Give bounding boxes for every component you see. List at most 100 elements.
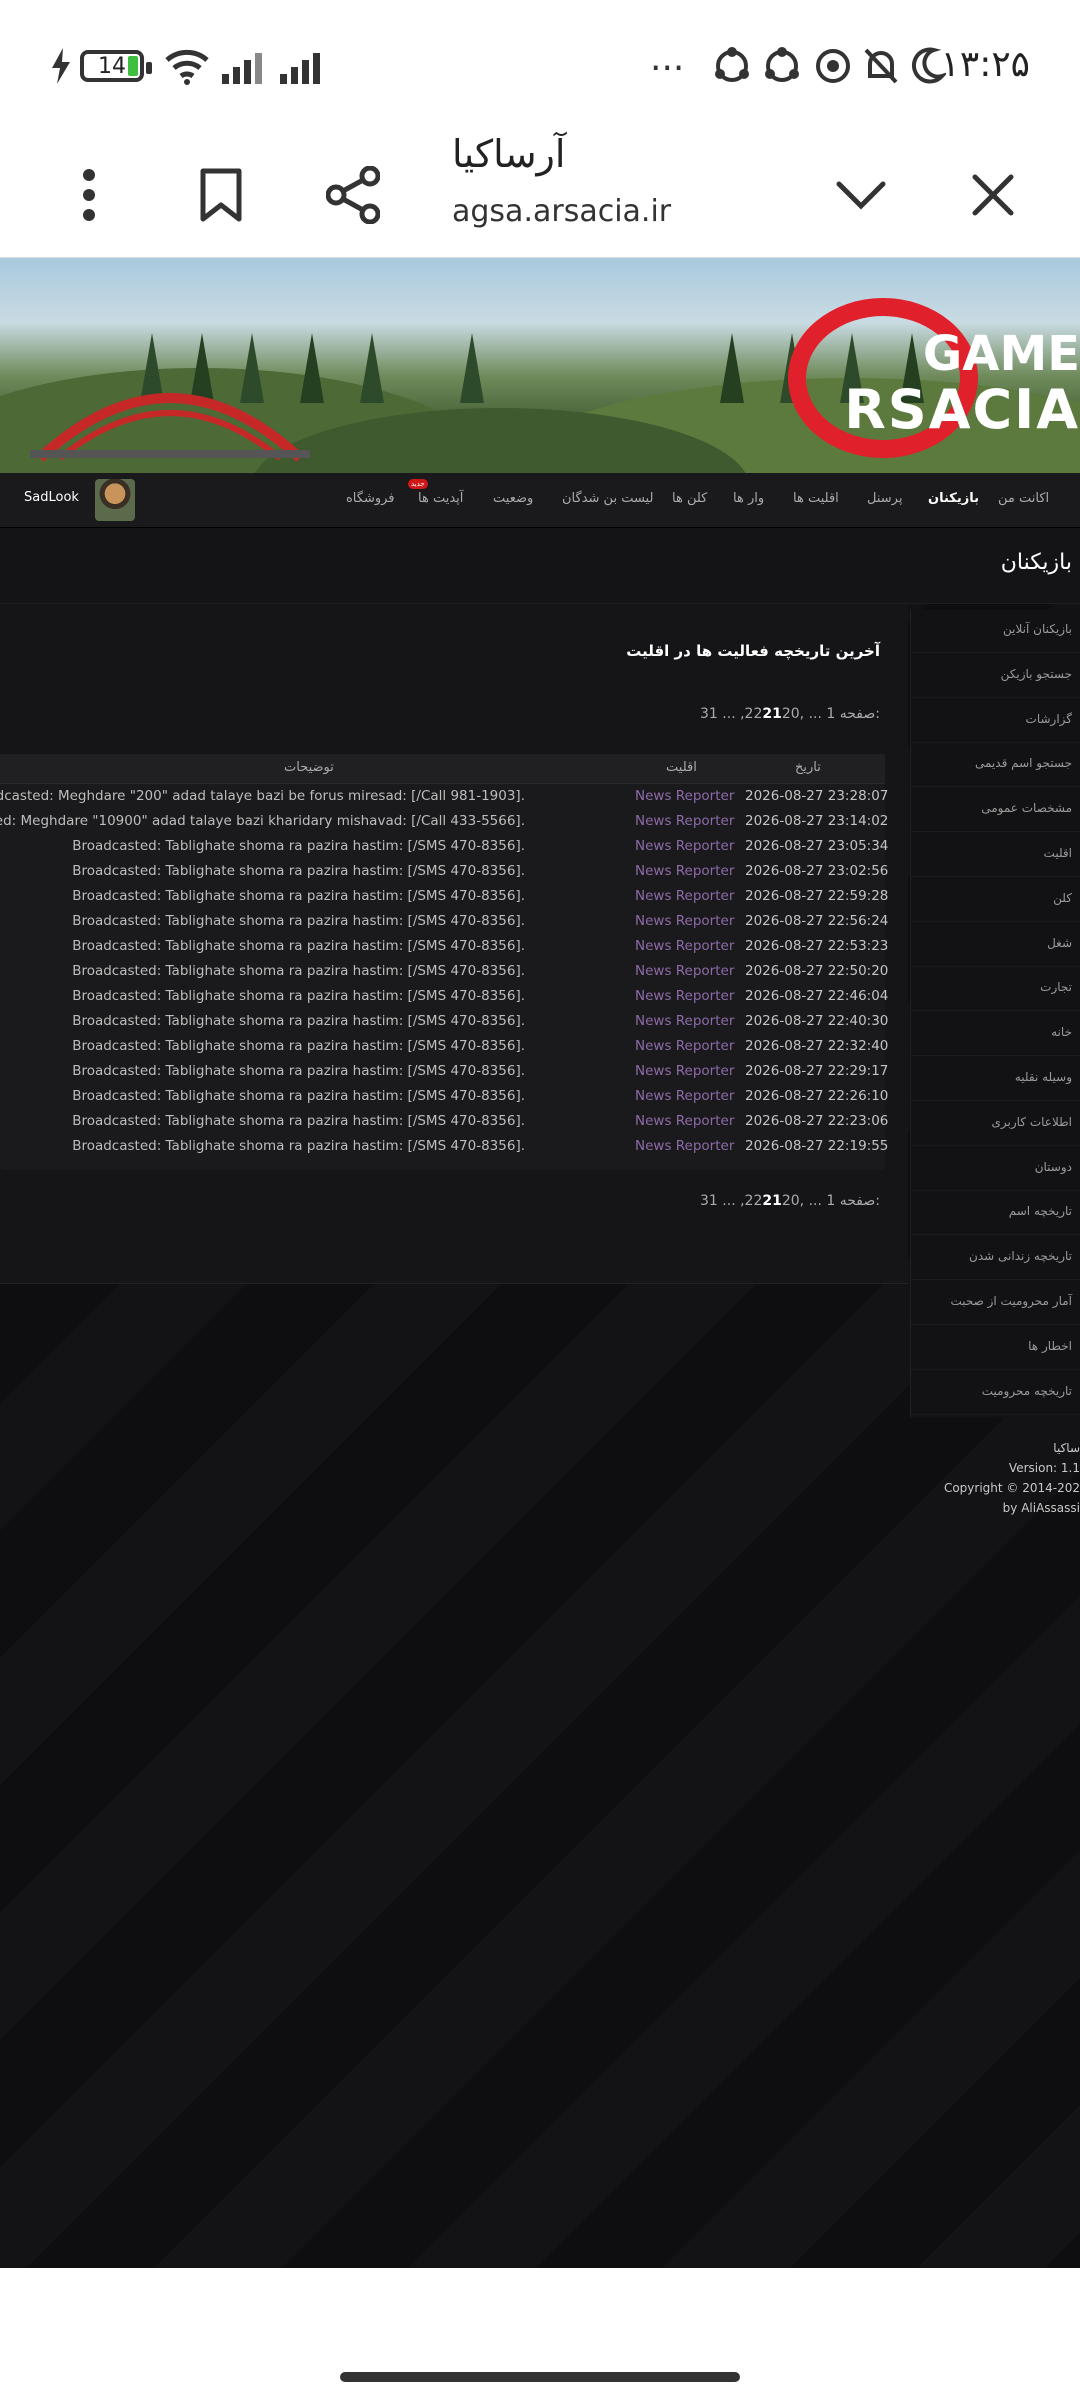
sidebar-item[interactable]: اقلیت (1044, 846, 1072, 860)
sidebar-divider (911, 1368, 1080, 1370)
row-faction-link[interactable]: News Reporter (635, 1138, 734, 1154)
bookmark-icon (200, 168, 242, 222)
row-description: Broadcasted: Tablighate shoma ra pazira … (72, 963, 525, 979)
row-faction-link[interactable]: News Reporter (635, 1113, 734, 1129)
row-description: Broadcasted: Tablighate shoma ra pazira … (72, 1113, 525, 1129)
sidebar-item[interactable]: گزارشات (1026, 712, 1072, 726)
pagination-label: صفحه: (839, 706, 880, 722)
row-faction-link[interactable]: News Reporter (635, 1063, 734, 1079)
nav-item-clans[interactable]: کلن ها (672, 491, 707, 506)
signal-icon-1 (222, 53, 262, 84)
sidebar-item[interactable]: کلن (1053, 891, 1072, 905)
sidebar-item[interactable]: خانه (1051, 1025, 1072, 1039)
row-faction-link[interactable]: News Reporter (635, 1013, 734, 1029)
row-date: 2026-08-27 22:50:20 (745, 963, 889, 979)
close-button[interactable] (948, 150, 1038, 240)
avatar[interactable] (95, 479, 135, 521)
share-button[interactable] (308, 150, 398, 240)
row-faction-link[interactable]: News Reporter (635, 1038, 734, 1054)
sidebar-item[interactable]: بازیکنان آنلاین (1003, 622, 1072, 636)
sidebar-item[interactable]: دوستان (1035, 1160, 1072, 1174)
nav-item-status[interactable]: وضعیت (493, 491, 533, 506)
nav-item-account[interactable]: اکانت من (998, 491, 1049, 506)
sidebar-divider (911, 965, 1080, 967)
row-faction-link[interactable]: News Reporter (635, 963, 734, 979)
row-description: Broadcasted: Tablighate shoma ra pazira … (72, 838, 525, 854)
row-description: Broadcasted: Tablighate shoma ra pazira … (72, 913, 525, 929)
menu-button[interactable] (44, 150, 134, 240)
page-link-20[interactable]: 20, (782, 706, 804, 722)
page-link-22[interactable]: ,22 (740, 1193, 762, 1209)
row-description: Broadcasted: Tablighate shoma ra pazira … (72, 1088, 525, 1104)
ellipsis: ... (808, 1193, 822, 1209)
sidebar-item[interactable]: وسیله نقلیه (1015, 1070, 1072, 1084)
charging-icon (52, 48, 70, 84)
sidebar-divider (911, 1413, 1080, 1415)
table-row: 2026-08-27 23:05:34 News Reporter Broadcas… (0, 834, 888, 859)
nav-item-updates[interactable]: جدید آپدیت ها (408, 479, 463, 506)
row-faction-link[interactable]: News Reporter (635, 863, 734, 879)
sidebar-item[interactable]: اطلاعات کاربری (992, 1115, 1073, 1129)
nav-item-wars[interactable]: وار ها (733, 491, 764, 506)
sidebar-item[interactable]: تجارت (1040, 980, 1072, 994)
row-date: 2026-08-27 23:28:07 (745, 788, 889, 804)
bookmark-button[interactable] (176, 150, 266, 240)
collapse-button[interactable] (816, 150, 906, 240)
ellipsis: ... (722, 706, 736, 722)
sidebar-divider (911, 741, 1080, 743)
sidebar-item[interactable]: مشخصات عمومی (981, 801, 1072, 815)
nav-item-staff[interactable]: پرسنل (867, 491, 902, 506)
nav-item-shop[interactable]: فروشگاه (346, 491, 395, 506)
page-title-browser: آرساکیا (452, 132, 566, 176)
row-faction-link[interactable]: News Reporter (635, 938, 734, 954)
mute-bell-icon (864, 48, 898, 84)
user-name[interactable]: SadLook (24, 490, 79, 505)
row-faction-link[interactable]: News Reporter (635, 988, 734, 1004)
sidebar-divider (911, 652, 1080, 653)
row-faction-link[interactable]: News Reporter (635, 888, 734, 904)
row-date: 2026-08-27 23:02:56 (745, 863, 889, 879)
battery-indicator: 14 (80, 50, 152, 82)
row-description: Broadcasted: Tablighate shoma ra pazira … (72, 1038, 525, 1054)
activity-table: تاریخ اقلیت توضیحات 2026-08-27 23:28:07 N… (0, 754, 889, 1170)
table-row: 2026-08-27 22:53:23 News Reporter Broadcas… (0, 934, 888, 959)
url-text[interactable]: agsa.arsacia.ir (452, 194, 671, 229)
table-header: تاریخ اقلیت توضیحات (0, 754, 885, 784)
page-link-31[interactable]: 31 (700, 1193, 718, 1209)
chrome-icon (816, 49, 850, 83)
sidebar-item[interactable]: آمار محرومیت از صحبت (950, 1294, 1072, 1308)
logo-top-text: GAME (922, 326, 1080, 382)
nav-item-players[interactable]: بازیکنان (928, 491, 979, 506)
logo-text: RSACIA (844, 378, 1080, 441)
sidebar-item[interactable]: اخطار ها (1028, 1339, 1072, 1353)
row-faction-link[interactable]: News Reporter (635, 813, 734, 829)
sidebar-item[interactable]: تاریخچه محرومیت (982, 1384, 1072, 1398)
home-indicator[interactable] (340, 2372, 740, 2382)
sidebar-item[interactable]: شغل (1047, 936, 1072, 950)
footer-version: Version: 1.1 (1008, 1461, 1080, 1475)
share-it-icon (715, 47, 749, 82)
page-link-20[interactable]: 20, (782, 1193, 804, 1209)
sidebar-item[interactable]: تاریخچه اسم (1009, 1204, 1072, 1218)
sidebar-divider (911, 1144, 1080, 1146)
page-link-1[interactable]: 1 (826, 1193, 835, 1209)
row-faction-link[interactable]: News Reporter (635, 1088, 734, 1104)
sidebar-divider (911, 1189, 1080, 1191)
pagination-bottom: 31 ... ,222120, ... 1 صفحه: (700, 1193, 880, 1209)
nav-item-factions[interactable]: اقلیت ها (793, 491, 839, 506)
row-faction-link[interactable]: News Reporter (635, 913, 734, 929)
nav-item-banned[interactable]: لیست بن شدگان (562, 491, 653, 506)
row-faction-link[interactable]: News Reporter (635, 788, 734, 804)
chevron-down-icon (836, 181, 886, 210)
page-link-22[interactable]: ,22 (740, 706, 762, 722)
wifi-icon (165, 49, 209, 85)
status-bar: 14 ... ۱۳:۲۵ (0, 0, 1080, 130)
sidebar-item[interactable]: جستجو بازیکن (1001, 667, 1072, 681)
page-link-1[interactable]: 1 (826, 706, 835, 722)
table-row: 2026-08-27 23:28:07 News Reporter Broadcas… (0, 784, 889, 809)
page-link-31[interactable]: 31 (700, 706, 718, 722)
row-faction-link[interactable]: News Reporter (635, 838, 734, 854)
row-description: Broadcasted: Tablighate shoma ra pazira … (72, 1013, 525, 1029)
sidebar-item[interactable]: جستجو اسم قدیمی (975, 756, 1072, 770)
sidebar-item[interactable]: تاریخچه زندانی شدن (969, 1249, 1072, 1263)
